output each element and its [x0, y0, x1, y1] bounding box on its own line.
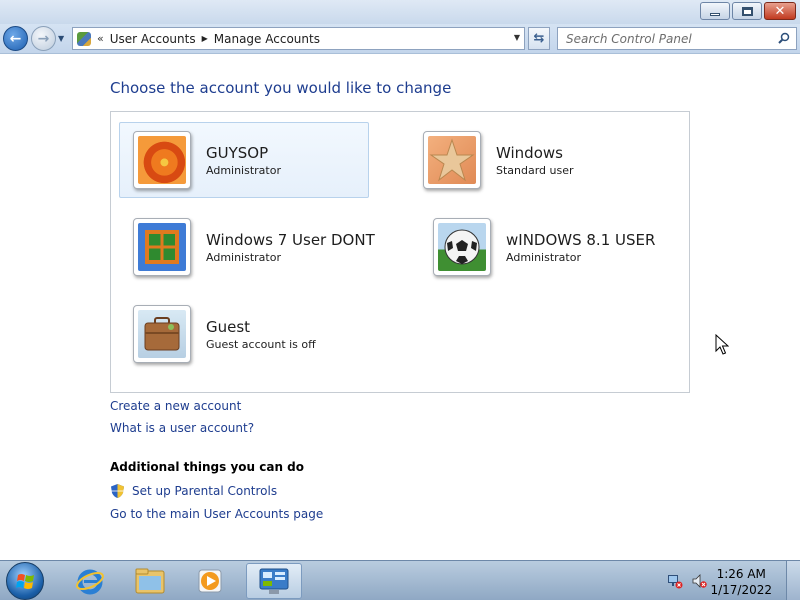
main-user-accounts-link[interactable]: Go to the main User Accounts page [110, 507, 323, 521]
window-grid-shape [145, 230, 179, 264]
taskbar: 1:26 AM 1/17/2022 [0, 560, 800, 600]
control-panel-icon [77, 31, 91, 46]
starfish-icon [428, 136, 476, 184]
close-icon: ✕ [774, 3, 786, 19]
forward-button[interactable]: → [31, 26, 56, 51]
account-picture-frame [433, 218, 491, 276]
back-arrow-icon: ← [9, 30, 22, 47]
account-windows-8-1-user[interactable]: wINDOWS 8.1 USER Administrator [419, 209, 669, 285]
search-input[interactable] [566, 31, 766, 46]
account-role: Guest account is off [206, 338, 316, 351]
briefcase-shape [144, 317, 180, 351]
restore-icon [741, 6, 753, 16]
forward-arrow-icon: → [37, 30, 50, 47]
clock-time: 1:26 AM [716, 567, 766, 581]
account-picture-frame [133, 305, 191, 363]
additional-things-heading: Additional things you can do [110, 460, 305, 474]
start-button[interactable] [6, 562, 44, 600]
green-window-grid-icon [138, 223, 186, 271]
account-guysop[interactable]: GUYSOP Administrator [119, 122, 369, 198]
windows-logo-icon [16, 574, 34, 589]
starfish-shape [429, 138, 475, 182]
address-bar[interactable]: « User Accounts ▶ Manage Accounts ▼ [72, 27, 525, 50]
account-windows[interactable]: Windows Standard user [409, 122, 659, 198]
account-guest[interactable]: Guest Guest account is off [119, 296, 369, 372]
account-name: GUYSOP [206, 144, 269, 162]
close-button[interactable]: ✕ [764, 2, 796, 20]
account-windows-7-user[interactable]: Windows 7 User DONT Administrator [119, 209, 375, 285]
clock-date: 1/17/2022 [710, 583, 772, 597]
address-dropdown-icon[interactable]: ▼ [514, 33, 520, 42]
account-picture-frame [133, 131, 191, 189]
search-icon[interactable] [778, 32, 790, 44]
account-role: Administrator [206, 164, 281, 177]
show-desktop-button[interactable] [786, 561, 800, 600]
breadcrumb-separator-icon[interactable]: ▶ [202, 34, 208, 43]
orange-flower-icon [138, 136, 186, 184]
internet-explorer-icon [76, 569, 104, 595]
mouse-cursor-icon [715, 334, 729, 355]
account-name: wINDOWS 8.1 USER [506, 231, 656, 249]
volume-muted-icon[interactable] [691, 573, 707, 589]
account-role: Administrator [206, 251, 281, 264]
briefcase-icon [138, 310, 186, 358]
search-box[interactable] [557, 27, 797, 50]
account-name: Guest [206, 318, 251, 336]
create-account-link[interactable]: Create a new account [110, 399, 241, 413]
restore-button[interactable] [732, 2, 762, 20]
recent-pages-dropdown[interactable]: ▼ [58, 34, 64, 43]
back-button[interactable]: ← [3, 26, 28, 51]
address-overflow-chevron[interactable]: « [97, 32, 104, 45]
page-title: Choose the account you would like to cha… [110, 79, 452, 97]
account-picture-frame [133, 218, 191, 276]
window-controls: ✕ [700, 2, 796, 20]
navigation-bar: ← → ▼ « User Accounts ▶ Manage Accounts … [0, 24, 800, 54]
account-name: Windows 7 User DONT [206, 231, 375, 249]
breadcrumb-manage-accounts[interactable]: Manage Accounts [214, 32, 320, 46]
refresh-button[interactable]: ⇆ [528, 27, 550, 50]
taskbar-control-panel[interactable] [246, 563, 302, 599]
accounts-panel: GUYSOP Administrator Windows Standard us… [110, 111, 690, 393]
minimize-button[interactable] [700, 2, 730, 20]
system-clock[interactable]: 1:26 AM 1/17/2022 [710, 566, 772, 598]
soccer-ball-icon [438, 223, 486, 271]
soccer-ball-shape [444, 229, 480, 265]
account-role: Standard user [496, 164, 574, 177]
taskbar-windows-explorer[interactable] [122, 563, 178, 599]
media-player-icon [198, 569, 222, 593]
breadcrumb-user-accounts[interactable]: User Accounts [110, 32, 196, 46]
control-panel-icon [259, 568, 289, 594]
minimize-icon [710, 12, 720, 16]
windows-explorer-icon [135, 568, 165, 594]
account-name: Windows [496, 144, 563, 162]
window-titlebar: ✕ [0, 0, 800, 24]
taskbar-internet-explorer[interactable] [62, 563, 118, 599]
account-picture-frame [423, 131, 481, 189]
refresh-icon: ⇆ [533, 31, 545, 46]
what-is-account-link[interactable]: What is a user account? [110, 421, 254, 435]
network-icon[interactable] [667, 573, 683, 589]
account-role: Administrator [506, 251, 581, 264]
taskbar-media-player[interactable] [182, 563, 238, 599]
shield-icon [111, 484, 124, 498]
parental-controls-link[interactable]: Set up Parental Controls [132, 484, 277, 498]
